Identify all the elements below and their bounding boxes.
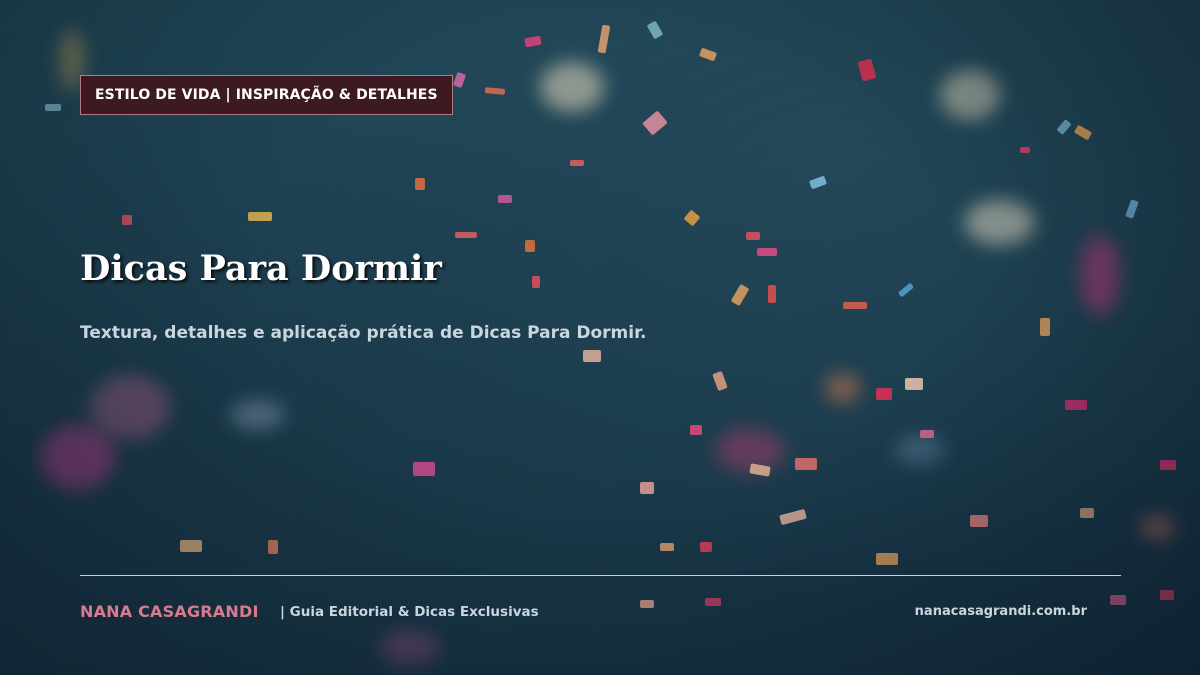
footer-divider — [80, 575, 1121, 576]
site-url: nanacasagrandi.com.br — [914, 604, 1087, 619]
category-badge: ESTILO DE VIDA | INSPIRAÇÃO & DETALHES — [80, 75, 453, 115]
footer-tagline: | Guia Editorial & Dicas Exclusivas — [280, 604, 539, 620]
brand-name: NANA CASAGRANDI — [80, 602, 259, 621]
category-badge-label: ESTILO DE VIDA | INSPIRAÇÃO & DETALHES — [95, 87, 438, 103]
page-subtitle: Textura, detalhes e aplicação prática de… — [80, 323, 647, 343]
page-title: Dicas Para Dormir — [80, 248, 442, 289]
